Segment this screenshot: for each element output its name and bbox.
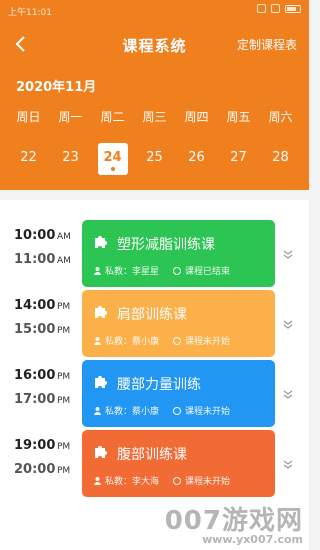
- course-meta: 私教：蔡小康 课程未开始: [94, 404, 230, 417]
- course-times: 16:00 PM 17:00 PM: [14, 368, 76, 416]
- puzzle-icon: [95, 306, 107, 318]
- weekday-label: 周一: [58, 110, 83, 124]
- course-card[interactable]: 腰部力量训练 私教：蔡小康 课程未开始: [82, 360, 275, 427]
- course-name: 塑形减脂训练课: [117, 237, 215, 253]
- month-label: 2020年11月: [16, 80, 97, 95]
- coach-label: 私教：李大海: [105, 477, 160, 487]
- date-item[interactable]: 27: [218, 143, 259, 175]
- start-time: 16:00 PM: [14, 368, 71, 383]
- date-item[interactable]: 26: [176, 143, 217, 175]
- person-icon: [94, 336, 101, 345]
- status-time: 上午11:01: [8, 8, 52, 18]
- clock-icon: [173, 476, 182, 485]
- date-selected[interactable]: 24: [97, 143, 128, 175]
- coach-label: 私教：蔡小康: [105, 337, 160, 347]
- status-icons: [257, 4, 301, 13]
- course-meta: 私教：李大海 课程未开始: [94, 474, 230, 487]
- status-bar: 上午11:01: [0, 0, 309, 20]
- alarm-icon: [257, 4, 266, 13]
- chevron-down-icon[interactable]: [283, 390, 293, 400]
- end-time: 11:00 AM: [14, 252, 71, 267]
- course-row: 19:00 PM 20:00 PM 腹部训练课 私教：李大海 课程未开始: [0, 430, 309, 510]
- course-meta: 私教：蔡小康 课程未开始: [94, 334, 230, 347]
- course-times: 19:00 PM 20:00 PM: [14, 438, 76, 486]
- chevron-down-icon[interactable]: [283, 250, 293, 260]
- custom-schedule-link[interactable]: 定制课程表: [237, 36, 297, 53]
- course-times: 10:00 AM 11:00 AM: [14, 228, 76, 276]
- watermark: 007游戏网 www.yx007.com: [164, 506, 303, 546]
- course-card[interactable]: 腹部训练课 私教：李大海 课程未开始: [82, 430, 275, 497]
- date-item[interactable]: 23: [50, 143, 91, 175]
- course-status: 课程未开始: [185, 477, 231, 487]
- clock-icon: [173, 266, 182, 275]
- start-time: 14:00 PM: [14, 298, 71, 313]
- course-row: 10:00 AM 11:00 AM 塑形减脂训练课 私教：李星星 课程已结束: [0, 220, 309, 300]
- puzzle-icon: [95, 236, 107, 248]
- end-time: 17:00 PM: [14, 392, 71, 407]
- end-time: 20:00 PM: [14, 462, 71, 477]
- date-item[interactable]: 22: [8, 143, 49, 175]
- coach-label: 私教：李星星: [105, 267, 160, 277]
- person-icon: [94, 266, 101, 275]
- date-item[interactable]: 25: [134, 143, 175, 175]
- weekday-label: 周二: [100, 110, 125, 124]
- clock-icon: [173, 336, 182, 345]
- wifi-icon: [271, 4, 280, 13]
- weekday-label: 周日: [16, 110, 41, 124]
- chevron-down-icon[interactable]: [283, 320, 293, 330]
- chevron-down-icon[interactable]: [283, 460, 293, 470]
- person-icon: [94, 406, 101, 415]
- course-card[interactable]: 塑形减脂训练课 私教：李星星 课程已结束: [82, 220, 275, 287]
- weekday-label: 周六: [268, 110, 293, 124]
- course-status: 课程已结束: [185, 267, 231, 277]
- course-row: 14:00 PM 15:00 PM 肩部训练课 私教：蔡小康 课程未开始: [0, 290, 309, 370]
- weekday-row: 周日 周一 周二 周三 周四 周五 周六: [8, 108, 301, 125]
- weekday-label: 周四: [184, 110, 209, 124]
- nav-bar: 课程系统 定制课程表: [0, 30, 309, 58]
- course-name: 肩部训练课: [117, 307, 187, 323]
- course-name: 腹部训练课: [117, 447, 187, 463]
- header: 上午11:01 课程系统 定制课程表 2020年11月 周日 周一 周二 周三 周四 周五…: [0, 0, 309, 190]
- start-time: 10:00 AM: [14, 228, 71, 243]
- course-card[interactable]: 肩部训练课 私教：蔡小康 课程未开始: [82, 290, 275, 357]
- course-list: 10:00 AM 11:00 AM 塑形减脂训练课 私教：李星星 课程已结束 1…: [0, 200, 309, 550]
- course-row: 16:00 PM 17:00 PM 腰部力量训练 私教：蔡小康 课程未开始: [0, 360, 309, 440]
- clock-icon: [173, 406, 182, 415]
- weekday-label: 周三: [142, 110, 167, 124]
- course-times: 14:00 PM 15:00 PM: [14, 298, 76, 346]
- start-time: 19:00 PM: [14, 438, 71, 453]
- battery-icon: [285, 4, 301, 13]
- weekday-label: 周五: [226, 110, 251, 124]
- course-status: 课程未开始: [185, 337, 231, 347]
- end-time: 15:00 PM: [14, 322, 71, 337]
- puzzle-icon: [95, 376, 107, 388]
- date-item[interactable]: 28: [260, 143, 301, 175]
- course-name: 腰部力量训练: [117, 377, 201, 393]
- date-row: 22 23 24 25 26 27 28: [8, 143, 301, 175]
- coach-label: 私教：蔡小康: [105, 407, 160, 417]
- course-meta: 私教：李星星 课程已结束: [94, 264, 230, 277]
- course-status: 课程未开始: [185, 407, 231, 417]
- person-icon: [94, 476, 101, 485]
- puzzle-icon: [95, 446, 107, 458]
